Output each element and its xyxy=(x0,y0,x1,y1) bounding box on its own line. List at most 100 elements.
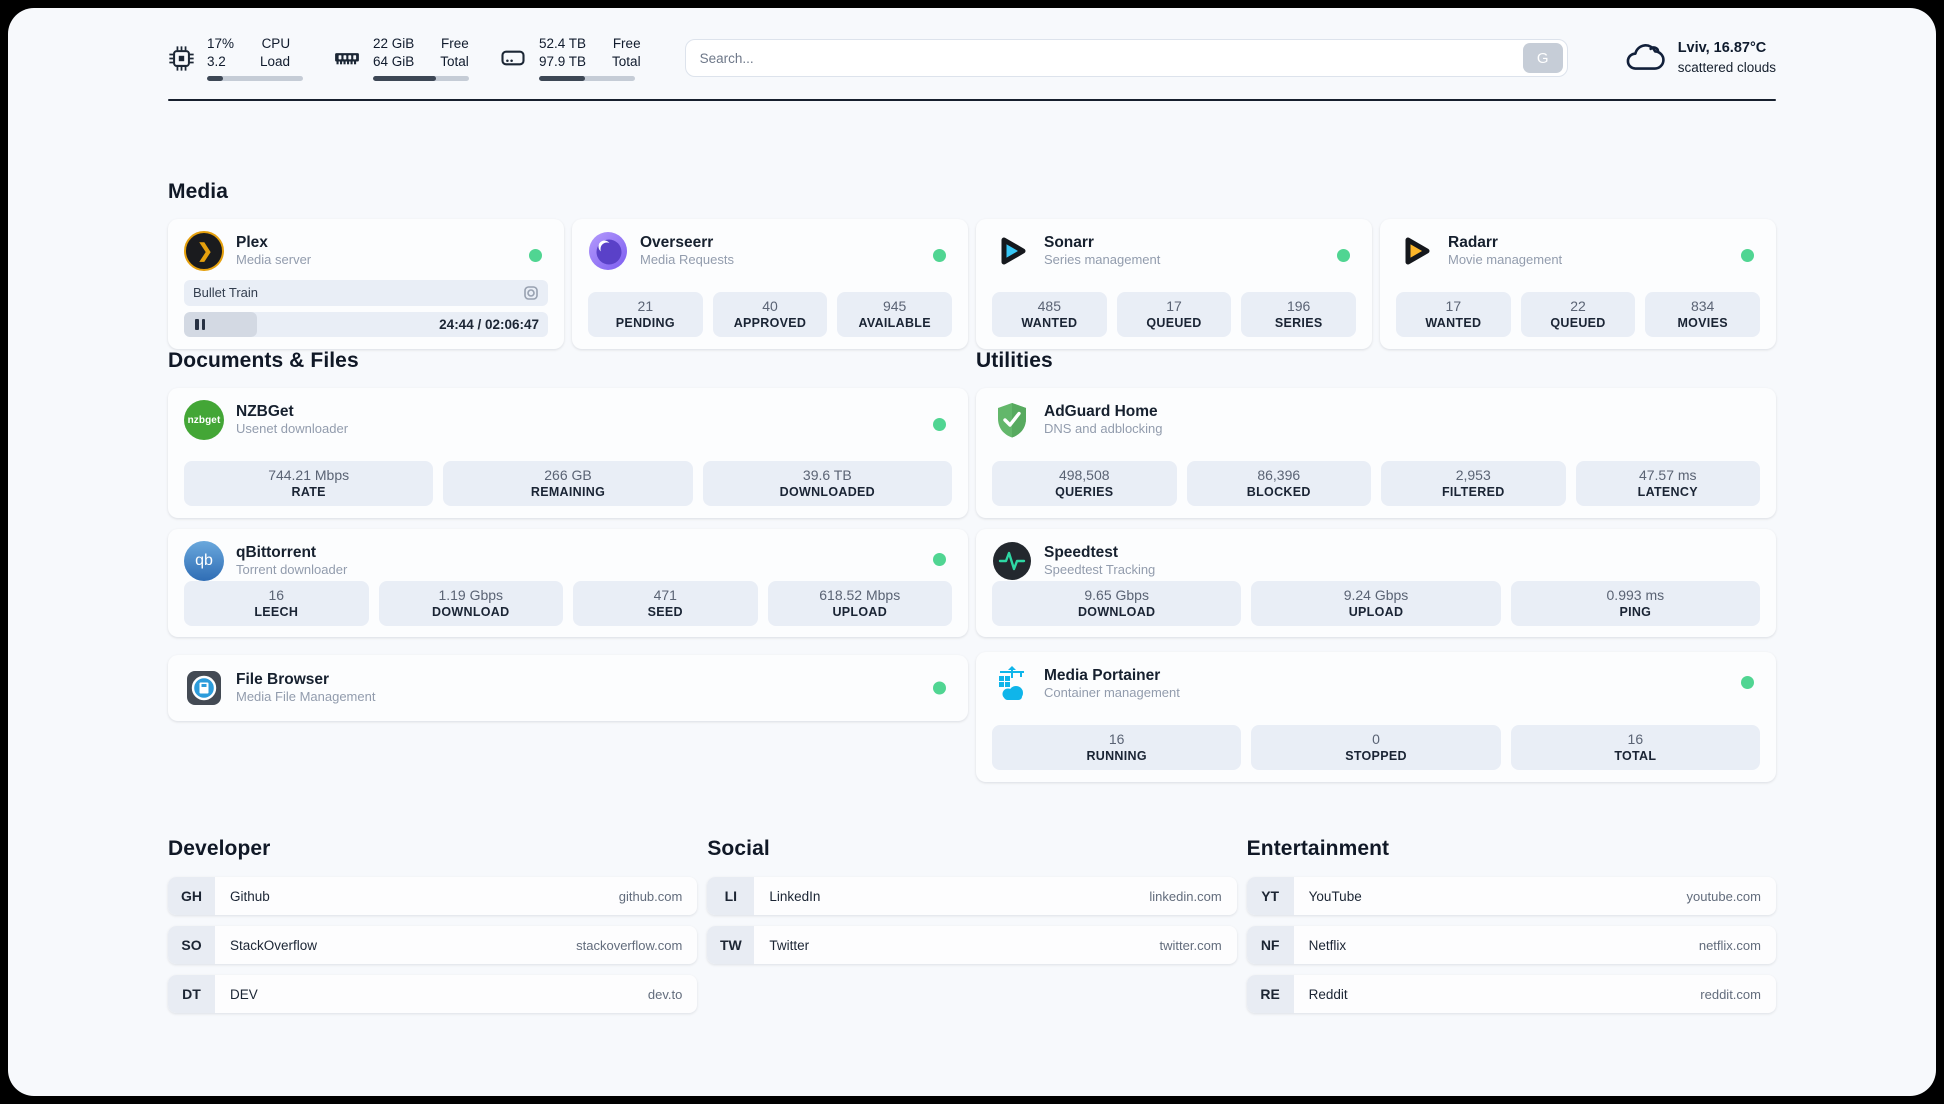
link-name: Github xyxy=(230,888,270,904)
stat-box: 40 APPROVED xyxy=(712,291,828,337)
app-subtitle: Media Requests xyxy=(640,252,734,268)
bottom-grid: Developer GH Github github.com SO StackO… xyxy=(168,837,1776,1013)
app-name: File Browser xyxy=(236,670,330,688)
stat-value: 21 xyxy=(637,297,654,314)
status-dot xyxy=(529,249,542,262)
qbittorrent-icon: qb xyxy=(184,541,224,581)
card-adguard[interactable]: AdGuard Home DNS and adblocking 498,508 … xyxy=(976,388,1776,518)
stat-label: PENDING xyxy=(615,315,675,330)
stat-label: UPLOAD xyxy=(1348,605,1404,620)
card-nzbget[interactable]: nzbget NZBGet Usenet downloader 744.21 M… xyxy=(168,388,968,518)
stat-box: 0 STOPPED xyxy=(1251,724,1501,770)
card-speedtest[interactable]: Speedtest Speedtest Tracking 9.65 Gbps D… xyxy=(976,529,1776,637)
link-badge: SO xyxy=(168,926,215,964)
app-subtitle: DNS and adblocking xyxy=(1044,421,1163,437)
stat-label: WANTED xyxy=(1425,315,1482,330)
link-url: reddit.com xyxy=(1700,986,1761,1002)
search-bar: G xyxy=(684,39,1568,77)
stat-box: 834 MOVIES xyxy=(1645,291,1760,337)
now-playing-title: Bullet Train xyxy=(193,285,259,301)
search-engine-button[interactable]: G xyxy=(1522,43,1563,73)
link-linkedin[interactable]: LI LinkedIn linkedin.com xyxy=(707,877,1237,915)
link-name: Twitter xyxy=(769,937,810,953)
link-reddit[interactable]: RE Reddit reddit.com xyxy=(1246,975,1776,1013)
stat-value: 40 xyxy=(762,297,778,314)
stat-label: DOWNLOAD xyxy=(1077,605,1156,620)
link-github[interactable]: GH Github github.com xyxy=(168,877,698,915)
middle-grid: Documents & Files nzbget NZBGet Usenet d… xyxy=(168,349,1776,782)
cpu-progress-track xyxy=(207,75,303,81)
disk-progress-fill xyxy=(539,75,586,81)
card-qbittorrent[interactable]: qb qBittorrent Torrent downloader 16 LEE… xyxy=(168,529,968,637)
stat-label: WANTED xyxy=(1021,315,1078,330)
link-badge: YT xyxy=(1246,877,1294,915)
qbittorrent-icon-text: qb xyxy=(195,552,213,569)
status-dot xyxy=(1741,249,1754,262)
link-badge: GH xyxy=(168,877,215,915)
media-grid: ❯ Plex Media server Bullet Train 24:44 /… xyxy=(168,219,1776,349)
link-stackoverflow[interactable]: SO StackOverflow stackoverflow.com xyxy=(168,926,698,964)
stat-label: QUEUED xyxy=(1146,315,1202,330)
section-title-utilities: Utilities xyxy=(976,349,1053,372)
cpu-load-label: Load xyxy=(260,54,291,69)
memory-free-value: 22 GiB xyxy=(373,36,415,52)
system-topbar: 17% 3.2 CPU Load 22 GiB 64 GiB Free Tota… xyxy=(168,30,1776,86)
stat-label: RATE xyxy=(291,484,326,499)
link-url: linkedin.com xyxy=(1149,888,1222,904)
memory-icon xyxy=(335,53,359,65)
stat-value: 834 xyxy=(1690,297,1715,314)
memory-free-label: Free xyxy=(441,36,469,52)
stat-label: RUNNING xyxy=(1086,748,1147,763)
developer-column: Developer GH Github github.com SO StackO… xyxy=(168,837,698,1013)
stat-label: BLOCKED xyxy=(1246,484,1311,499)
app-subtitle: Speedtest Tracking xyxy=(1044,562,1156,578)
playback-time: 24:44 / 02:06:47 xyxy=(439,316,539,332)
status-dot xyxy=(933,249,946,262)
stat-label: QUERIES xyxy=(1055,484,1114,499)
link-twitter[interactable]: TW Twitter twitter.com xyxy=(707,926,1237,964)
nzbget-icon: nzbget xyxy=(184,400,224,440)
cpu-icon xyxy=(169,45,194,71)
speedtest-icon xyxy=(992,541,1032,581)
link-badge: RE xyxy=(1246,975,1294,1013)
link-url: github.com xyxy=(618,888,683,904)
pause-icon xyxy=(195,318,205,330)
app-name: qBittorrent xyxy=(236,543,317,561)
section-title-entertainment: Entertainment xyxy=(1246,837,1390,860)
app-subtitle: Container management xyxy=(1044,685,1180,701)
status-dot xyxy=(933,553,946,566)
card-filebrowser[interactable]: File Browser Media File Management xyxy=(168,655,968,721)
card-portainer[interactable]: Media Portainer Container management 16 … xyxy=(976,652,1776,782)
link-name: DEV xyxy=(230,986,258,1002)
disk-free-value: 52.4 TB xyxy=(539,36,587,52)
link-netflix[interactable]: NF Netflix netflix.com xyxy=(1246,926,1776,964)
stat-box: 471 SEED xyxy=(573,581,758,627)
stat-value: 1.19 Gbps xyxy=(438,587,504,603)
search-input[interactable] xyxy=(685,50,1523,66)
card-sonarr[interactable]: Sonarr Series management 485 WANTED 17 Q… xyxy=(976,219,1372,349)
stat-value: 16 xyxy=(268,587,285,603)
stat-box: 9.24 Gbps UPLOAD xyxy=(1251,581,1501,627)
stat-box: 945 AVAILABLE xyxy=(837,291,952,337)
stat-box: 1.19 Gbps DOWNLOAD xyxy=(378,581,563,627)
stat-box: 17 WANTED xyxy=(1396,291,1511,337)
link-youtube[interactable]: YT YouTube youtube.com xyxy=(1246,877,1776,915)
link-badge: NF xyxy=(1246,926,1294,964)
entertainment-column: Entertainment YT YouTube youtube.com NF … xyxy=(1246,837,1776,1013)
link-dev[interactable]: DT DEV dev.to xyxy=(168,975,698,1013)
stat-box: 16 LEECH xyxy=(184,581,369,627)
link-url: netflix.com xyxy=(1698,937,1761,953)
cpu-load-value: 3.2 xyxy=(207,54,226,69)
card-plex[interactable]: ❯ Plex Media server Bullet Train 24:44 /… xyxy=(168,219,564,349)
stat-box: 9.65 Gbps DOWNLOAD xyxy=(992,581,1242,627)
stat-value: 0 xyxy=(1372,730,1380,747)
card-overseerr[interactable]: Overseerr Media Requests 21 PENDING 40 A… xyxy=(572,219,968,349)
weather-widget: Lviv, 16.87°C scattered clouds xyxy=(1624,37,1776,79)
stat-value: 17 xyxy=(1166,297,1182,314)
card-radarr[interactable]: Radarr Movie management 17 WANTED 22 QUE… xyxy=(1380,219,1776,349)
cpu-progress-fill xyxy=(207,75,224,81)
stat-box: 22 QUEUED xyxy=(1520,291,1636,337)
stat-label: REMAINING xyxy=(530,484,606,499)
memory-progress-fill xyxy=(373,75,437,81)
stat-box: 498,508 QUERIES xyxy=(992,460,1177,506)
